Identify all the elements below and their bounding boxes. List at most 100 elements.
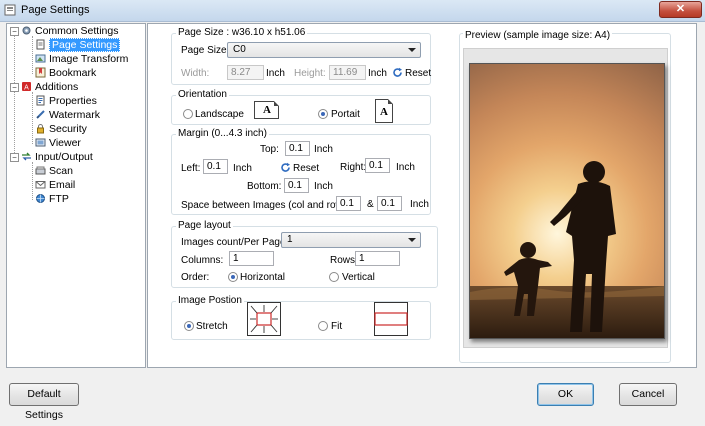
rows-field[interactable]: 1 (355, 251, 400, 266)
landscape-page-icon: A (254, 101, 279, 119)
preview-image (469, 63, 665, 339)
horizontal-order-label: Horizontal (240, 272, 286, 283)
bottom-margin-field[interactable]: 0.1 (284, 178, 309, 193)
page-size-label: Page Size: (181, 45, 230, 56)
height-label: Height: (294, 68, 326, 79)
properties-icon (36, 95, 45, 106)
images-per-page-select[interactable]: 1 (281, 232, 421, 248)
tree-item-ftp[interactable]: FTP (35, 192, 69, 206)
expand-toggle-input-output[interactable]: − (10, 153, 19, 162)
stretch-radio[interactable] (184, 321, 194, 331)
width-unit-label: Inch (266, 68, 285, 79)
landscape-label: Landscape (195, 109, 244, 120)
tree-item-scan[interactable]: Scan (35, 164, 73, 178)
image-position-group-title: Image Postion (176, 295, 244, 306)
page-size-reset-button[interactable]: Reset (392, 66, 432, 79)
width-field[interactable]: 8.27 (227, 65, 264, 80)
tree-item-watermark[interactable]: Watermark (35, 108, 100, 122)
stretch-icon (247, 302, 281, 336)
height-field[interactable]: 11.69 (329, 65, 366, 80)
tree-item-additions[interactable]: A Additions (21, 80, 78, 94)
right-margin-unit: Inch (396, 162, 415, 173)
vertical-order-label: Vertical (342, 272, 375, 283)
orientation-group-title: Orientation (176, 89, 229, 100)
svg-text:A: A (24, 85, 29, 92)
lock-icon (37, 124, 44, 134)
tree-item-bookmark[interactable]: Bookmark (35, 66, 96, 80)
gear-icon (22, 26, 31, 35)
fit-icon (374, 302, 408, 336)
page-size-select[interactable]: C0 (227, 42, 421, 58)
cancel-button[interactable]: Cancel (619, 383, 677, 406)
reset-icon (281, 162, 290, 172)
close-icon: ✕ (675, 3, 686, 15)
margin-group-title: Margin (0...4.3 inch) (176, 128, 269, 139)
margin-reset-label: Reset (293, 163, 320, 174)
chevron-down-icon (408, 48, 416, 52)
expand-toggle-common[interactable]: − (10, 27, 19, 36)
image-icon (35, 54, 46, 63)
preview-title: Preview (sample image size: A4) (463, 30, 613, 41)
page-size-reset-label: Reset (405, 68, 432, 79)
close-button[interactable]: ✕ (659, 1, 702, 18)
app-icon (4, 4, 16, 16)
tree-connector (32, 92, 33, 144)
title-bar: Page Settings ✕ (0, 0, 705, 22)
bottom-margin-label: Bottom: (247, 181, 282, 192)
settings-tree[interactable]: − Common Settings Page Settings Image Tr… (6, 23, 146, 368)
left-margin-field[interactable]: 0.1 (203, 159, 228, 174)
portrait-radio[interactable] (318, 109, 328, 119)
io-icon (22, 152, 31, 161)
vertical-order-radio[interactable] (329, 272, 339, 282)
spacing-unit: Inch (410, 199, 429, 210)
tree-item-security[interactable]: Security (35, 122, 87, 136)
horizontal-order-radio[interactable] (228, 272, 238, 282)
images-per-page-label: Images count/Per Page (181, 237, 286, 248)
top-margin-field[interactable]: 0.1 (285, 141, 310, 156)
rows-label: Rows: (330, 255, 358, 266)
row-spacing-field[interactable]: 0.1 (377, 196, 402, 211)
viewer-icon (35, 138, 46, 147)
landscape-radio[interactable] (183, 109, 193, 119)
stretch-label: Stretch (196, 321, 228, 332)
watermark-icon (36, 110, 45, 119)
columns-label: Columns: (181, 255, 224, 266)
right-margin-label: Right: (340, 162, 367, 173)
tree-item-image-transform[interactable]: Image Transform (35, 52, 128, 66)
chevron-down-icon (408, 238, 416, 242)
margin-reset-button[interactable]: Reset (280, 162, 320, 175)
tree-item-common-settings[interactable]: Common Settings (21, 24, 118, 38)
fit-label: Fit (331, 321, 343, 332)
height-unit-label: Inch (368, 68, 387, 79)
tree-connector (32, 162, 33, 200)
spacing-and-label: & (367, 199, 374, 210)
top-margin-label: Top: (260, 144, 279, 155)
sample-photo (470, 161, 664, 338)
window-title: Page Settings (21, 4, 90, 16)
tree-item-email[interactable]: Email (35, 178, 75, 192)
expand-toggle-additions[interactable]: − (10, 83, 19, 92)
page-size-group-title: Page Size : w36.10 x h51.06 (176, 27, 308, 38)
default-settings-button[interactable]: Default Settings (9, 383, 79, 421)
left-margin-unit: Inch (233, 163, 252, 174)
page-layout-group-title: Page layout (176, 220, 233, 231)
tree-item-page-settings[interactable]: Page Settings (35, 38, 121, 52)
page-icon (36, 39, 45, 50)
reset-icon (393, 67, 402, 77)
ok-button[interactable]: OK (537, 383, 594, 406)
image-spacing-label: Space between Images (col and row) : (181, 200, 352, 211)
column-spacing-field[interactable]: 0.1 (336, 196, 361, 211)
right-margin-field[interactable]: 0.1 (365, 158, 390, 173)
bookmark-icon (35, 67, 46, 78)
width-label: Width: (181, 68, 210, 79)
columns-field[interactable]: 1 (229, 251, 274, 266)
email-icon (35, 181, 46, 189)
fit-radio[interactable] (318, 321, 328, 331)
ftp-icon (36, 194, 45, 203)
pdf-icon: A (22, 82, 31, 92)
scanner-icon (35, 166, 46, 175)
tree-item-properties[interactable]: Properties (35, 94, 97, 108)
tree-item-viewer[interactable]: Viewer (35, 136, 81, 150)
order-label: Order: (181, 272, 210, 283)
tree-item-input-output[interactable]: Input/Output (21, 150, 93, 164)
